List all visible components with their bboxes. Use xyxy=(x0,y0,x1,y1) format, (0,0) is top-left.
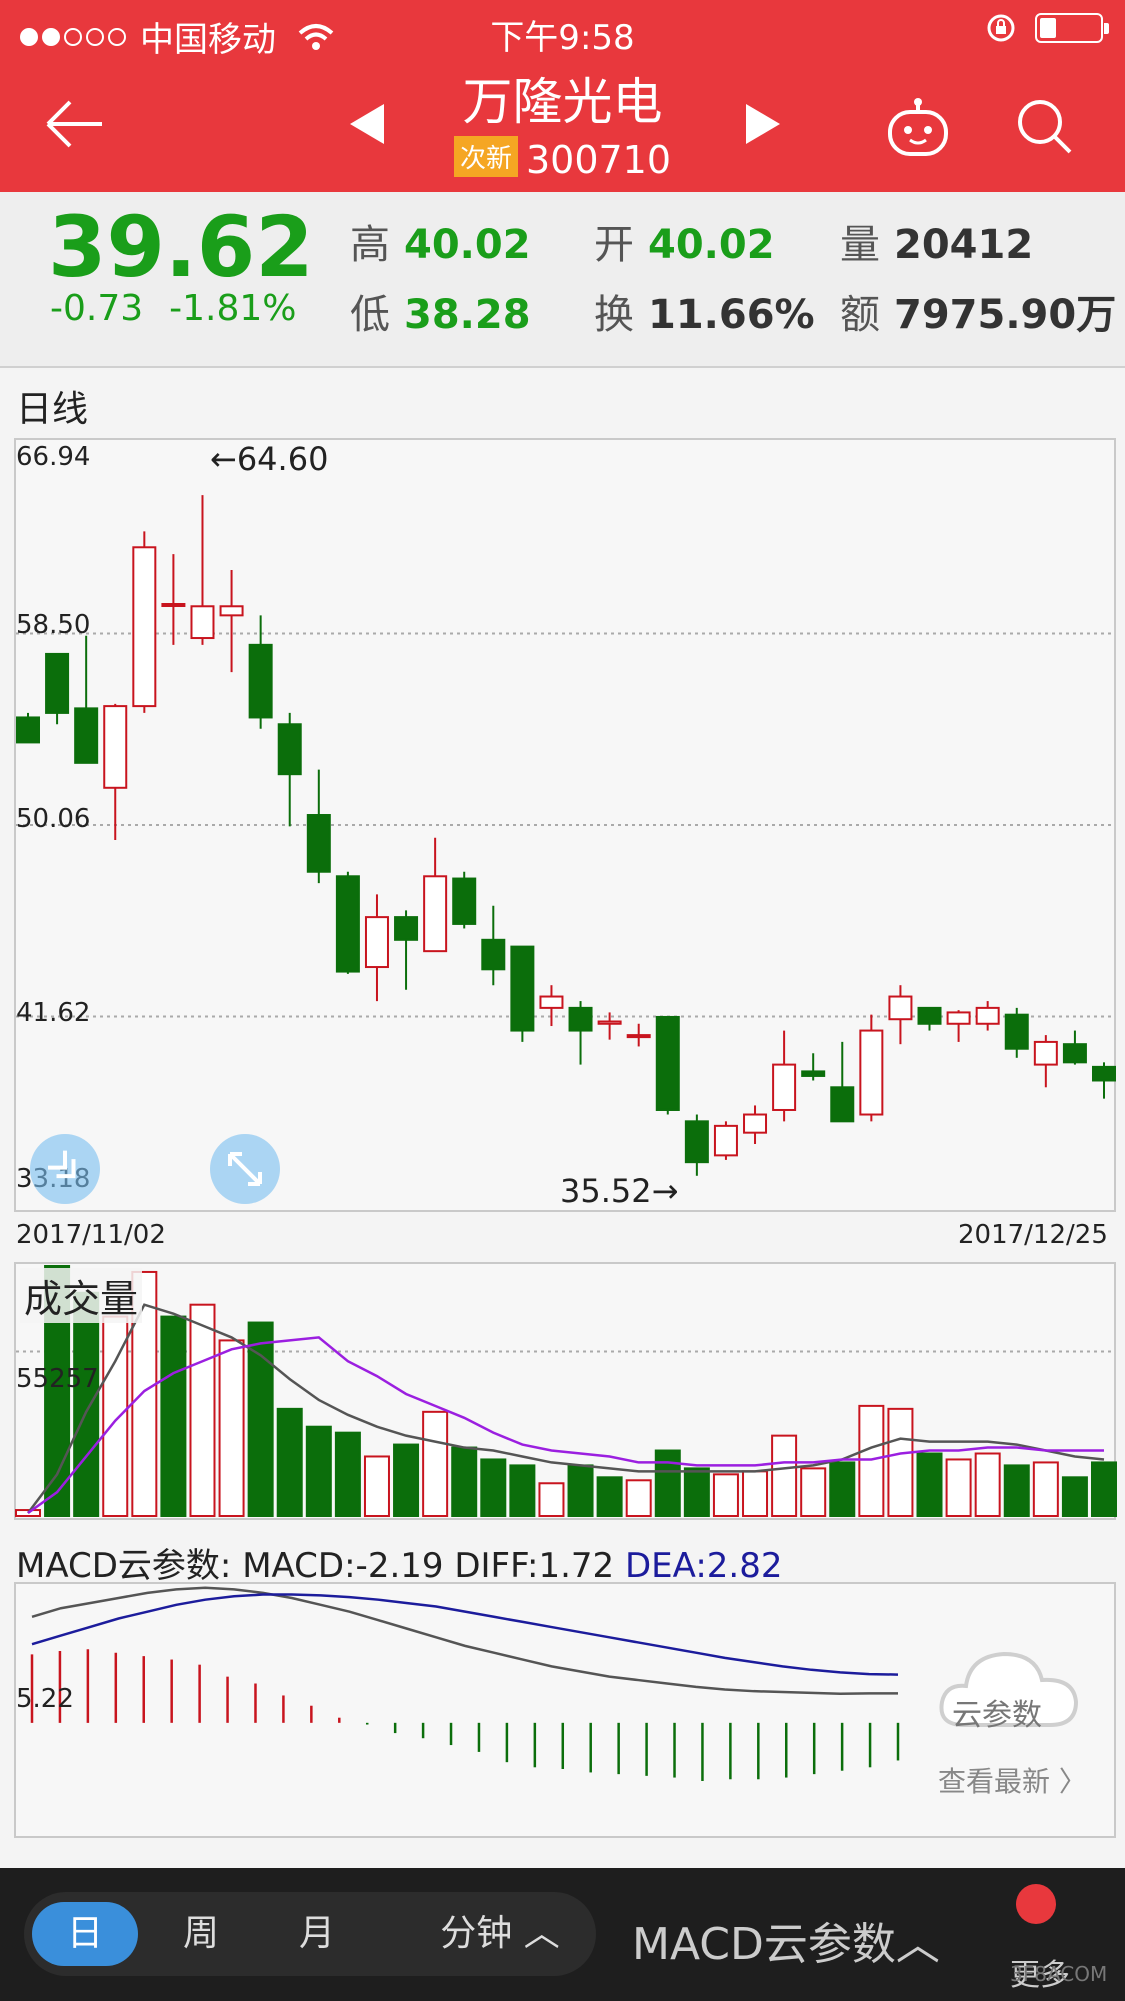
app-root: { "status_bar": { "carrier": "中国移动", "ti… xyxy=(0,0,1125,2001)
period-month-button[interactable]: 月 xyxy=(264,1902,370,1966)
period-minute-button[interactable]: 分钟 ︿ xyxy=(420,1902,580,1966)
macd-diff-line xyxy=(31,1586,898,1696)
indicator-selector[interactable]: MACD云参数︿ xyxy=(632,1908,940,1972)
period-week-button[interactable]: 周 xyxy=(148,1902,254,1966)
cloud-params-label[interactable]: 云参数 xyxy=(952,1690,1042,1734)
watermark: 3F8ACOM xyxy=(1010,1962,1108,1986)
bottom-bar: 日 周 月 分钟 ︿ MACD云参数︿ xyxy=(0,1868,1125,2001)
macd-dea-line xyxy=(31,1593,899,1676)
period-day-button[interactable]: 日 xyxy=(32,1902,138,1966)
macd-y-label: 5.22 xyxy=(16,1684,74,1714)
view-latest-link[interactable]: 查看最新 〉 xyxy=(938,1760,1087,1800)
more-indicator-icon xyxy=(1016,1884,1056,1924)
